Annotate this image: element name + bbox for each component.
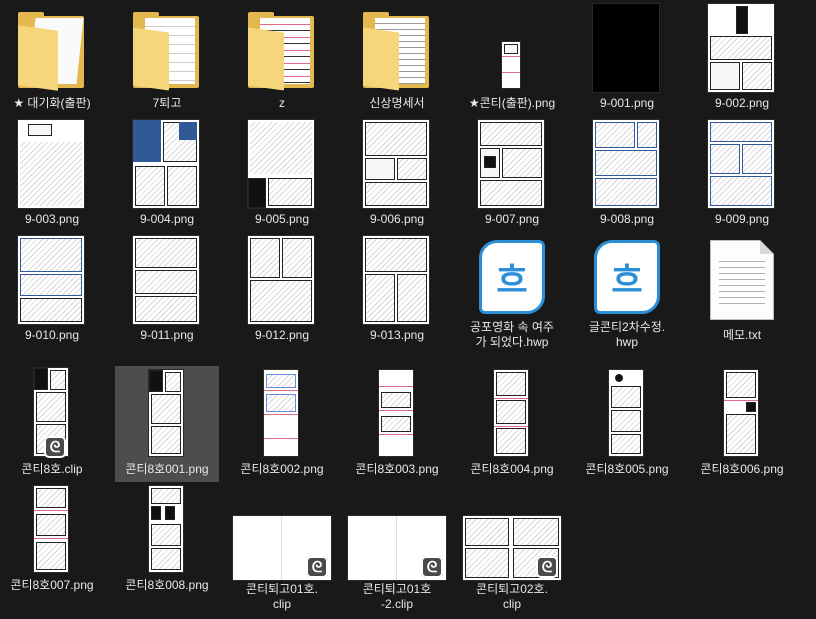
folder-icon <box>248 12 314 91</box>
png-item[interactable]: 콘티8호004.png <box>460 366 564 482</box>
clip-studio-icon: ᘓ <box>421 556 443 578</box>
folder-item[interactable]: 신상명세서 <box>345 0 449 116</box>
png-item[interactable]: 9-003.png <box>0 116 104 232</box>
image-thumbnail <box>133 120 199 208</box>
png-item[interactable]: 콘티8호008.png <box>115 482 219 598</box>
item-label: 글콘티2차수정. hwp <box>588 320 666 349</box>
item-label: 공포영화 속 여주 가 되었다.hwp <box>470 320 554 349</box>
item-label: 콘티퇴고02호. clip <box>476 582 548 611</box>
folder-icon <box>363 12 429 91</box>
item-label: 콘티8호001.png <box>125 462 209 476</box>
item-label: 7퇴고 <box>152 96 182 110</box>
folder-item[interactable]: z <box>230 0 334 116</box>
png-item-selected[interactable]: 콘티8호001.png <box>115 366 219 482</box>
image-thumbnail <box>478 120 544 208</box>
image-thumbnail <box>34 486 68 572</box>
clip-studio-icon: ᘓ <box>44 436 66 458</box>
item-label: z <box>279 96 285 110</box>
hwp-document-icon: 흐 <box>479 240 545 314</box>
item-label: ★콘티(출판).png <box>468 96 556 110</box>
png-item[interactable]: 9-002.png <box>690 0 794 116</box>
image-thumbnail <box>133 236 199 324</box>
clip-studio-icon: ᘓ <box>536 556 558 578</box>
png-item[interactable]: 콘티8호002.png <box>230 366 334 482</box>
clip-item[interactable]: ᘓ 콘티퇴고02호. clip <box>460 482 564 611</box>
image-thumbnail <box>593 4 659 92</box>
png-item[interactable]: 콘티8호007.png <box>0 482 104 598</box>
image-thumbnail <box>708 4 774 92</box>
item-label: 9-009.png <box>714 212 770 226</box>
image-thumbnail <box>363 236 429 324</box>
hwp-item[interactable]: 흐 공포영화 속 여주 가 되었다.hwp <box>460 232 564 349</box>
item-label: 9-006.png <box>369 212 425 226</box>
image-thumbnail <box>248 236 314 324</box>
png-item[interactable]: 9-012.png <box>230 232 334 348</box>
item-label: 콘티8호005.png <box>585 462 669 476</box>
item-label: 콘티8호002.png <box>240 462 324 476</box>
item-label: 콘티8호004.png <box>470 462 554 476</box>
png-item[interactable]: 콘티8호005.png <box>575 366 679 482</box>
item-label: 콘티8호.clip <box>21 462 83 476</box>
item-label: 9-003.png <box>24 212 80 226</box>
item-label: 9-008.png <box>599 212 655 226</box>
item-label: 9-013.png <box>369 328 425 342</box>
folder-icon <box>18 12 84 91</box>
text-file-icon <box>710 240 774 320</box>
item-label: 9-002.png <box>714 96 770 110</box>
image-thumbnail <box>149 370 183 456</box>
png-item[interactable]: 9-008.png <box>575 116 679 232</box>
image-thumbnail <box>18 120 84 208</box>
image-thumbnail <box>494 370 528 456</box>
item-label: 9-011.png <box>140 328 194 342</box>
item-label: 콘티8호003.png <box>355 462 439 476</box>
item-label: 9-007.png <box>484 212 540 226</box>
image-thumbnail <box>363 120 429 208</box>
png-item[interactable]: 9-001.png <box>575 0 679 116</box>
item-label: 9-012.png <box>254 328 310 342</box>
png-item[interactable]: 9-006.png <box>345 116 449 232</box>
clip-studio-icon: ᘓ <box>306 556 328 578</box>
item-label: 9-001.png <box>599 96 655 110</box>
image-thumbnail <box>708 120 774 208</box>
txt-item[interactable]: 메모.txt <box>690 232 794 348</box>
item-label: 신상명세서 <box>369 96 425 110</box>
png-item[interactable]: 9-011.png <box>115 232 219 348</box>
png-item[interactable]: ★콘티(출판).png <box>460 0 564 116</box>
image-thumbnail <box>248 120 314 208</box>
item-label: 메모.txt <box>722 328 762 342</box>
png-item[interactable]: 9-010.png <box>0 232 104 348</box>
png-item[interactable]: 9-009.png <box>690 116 794 232</box>
clip-item[interactable]: ᘓ 콘티퇴고01호. clip <box>230 482 334 611</box>
item-label: 9-004.png <box>139 212 195 226</box>
item-label: 9-010.png <box>24 328 80 342</box>
item-label: 콘티8호008.png <box>125 578 209 592</box>
png-item[interactable]: 9-007.png <box>460 116 564 232</box>
png-item[interactable]: 콘티8호006.png <box>690 366 794 482</box>
item-label: 9-005.png <box>254 212 310 226</box>
item-label: ★ 대기화(출판) <box>13 96 91 110</box>
item-label: 콘티퇴고01호 -2.clip <box>362 582 432 611</box>
hwp-item[interactable]: 흐 글콘티2차수정. hwp <box>575 232 679 349</box>
item-label: 콘티8호007.png <box>10 578 94 592</box>
image-thumbnail <box>502 42 520 88</box>
png-item[interactable]: 9-013.png <box>345 232 449 348</box>
hwp-document-icon: 흐 <box>594 240 660 314</box>
image-thumbnail <box>18 236 84 324</box>
image-thumbnail <box>724 370 758 456</box>
clip-item[interactable]: ᘓ 콘티8호.clip <box>0 366 104 482</box>
png-item[interactable]: 9-005.png <box>230 116 334 232</box>
image-thumbnail <box>593 120 659 208</box>
image-thumbnail <box>264 370 298 456</box>
png-item[interactable]: 9-004.png <box>115 116 219 232</box>
item-label: 콘티8호006.png <box>700 462 784 476</box>
image-thumbnail <box>379 370 413 456</box>
folder-item[interactable]: 7퇴고 <box>115 0 219 116</box>
folder-icon <box>133 12 199 91</box>
folder-item[interactable]: ★ 대기화(출판) <box>0 0 104 116</box>
image-thumbnail <box>149 486 183 572</box>
png-item[interactable]: 콘티8호003.png <box>345 366 449 482</box>
clip-item[interactable]: ᘓ 콘티퇴고01호 -2.clip <box>345 482 449 611</box>
item-label: 콘티퇴고01호. clip <box>246 582 318 611</box>
image-thumbnail <box>609 370 643 456</box>
